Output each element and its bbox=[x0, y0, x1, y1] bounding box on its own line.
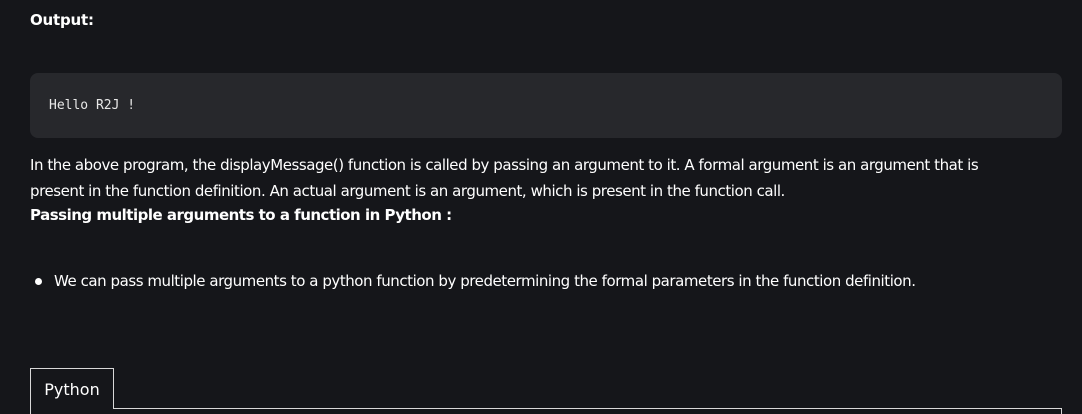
section-subheading: Passing multiple arguments to a function… bbox=[30, 206, 452, 224]
list-item: We can pass multiple arguments to a pyth… bbox=[30, 272, 916, 290]
code-output-box: Hello R2J ! bbox=[30, 73, 1062, 138]
explanation-paragraph: In the above program, the displayMessage… bbox=[30, 152, 1060, 204]
article-page: Output: Hello R2J ! In the above program… bbox=[0, 0, 1082, 414]
output-heading: Output: bbox=[30, 11, 94, 29]
code-panel-right-edge bbox=[1061, 408, 1062, 414]
code-tabs: Python bbox=[30, 368, 1062, 414]
code-output-text: Hello R2J ! bbox=[49, 98, 136, 113]
bullet-list: We can pass multiple arguments to a pyth… bbox=[30, 272, 916, 290]
bullet-icon bbox=[35, 277, 42, 285]
paragraph-line-1: In the above program, the displayMessage… bbox=[30, 156, 979, 174]
paragraph-line-2: present in the function definition. An a… bbox=[30, 182, 785, 200]
tab-divider bbox=[30, 408, 1062, 409]
tab-python[interactable]: Python bbox=[30, 368, 114, 409]
list-item-text: We can pass multiple arguments to a pyth… bbox=[54, 272, 916, 290]
